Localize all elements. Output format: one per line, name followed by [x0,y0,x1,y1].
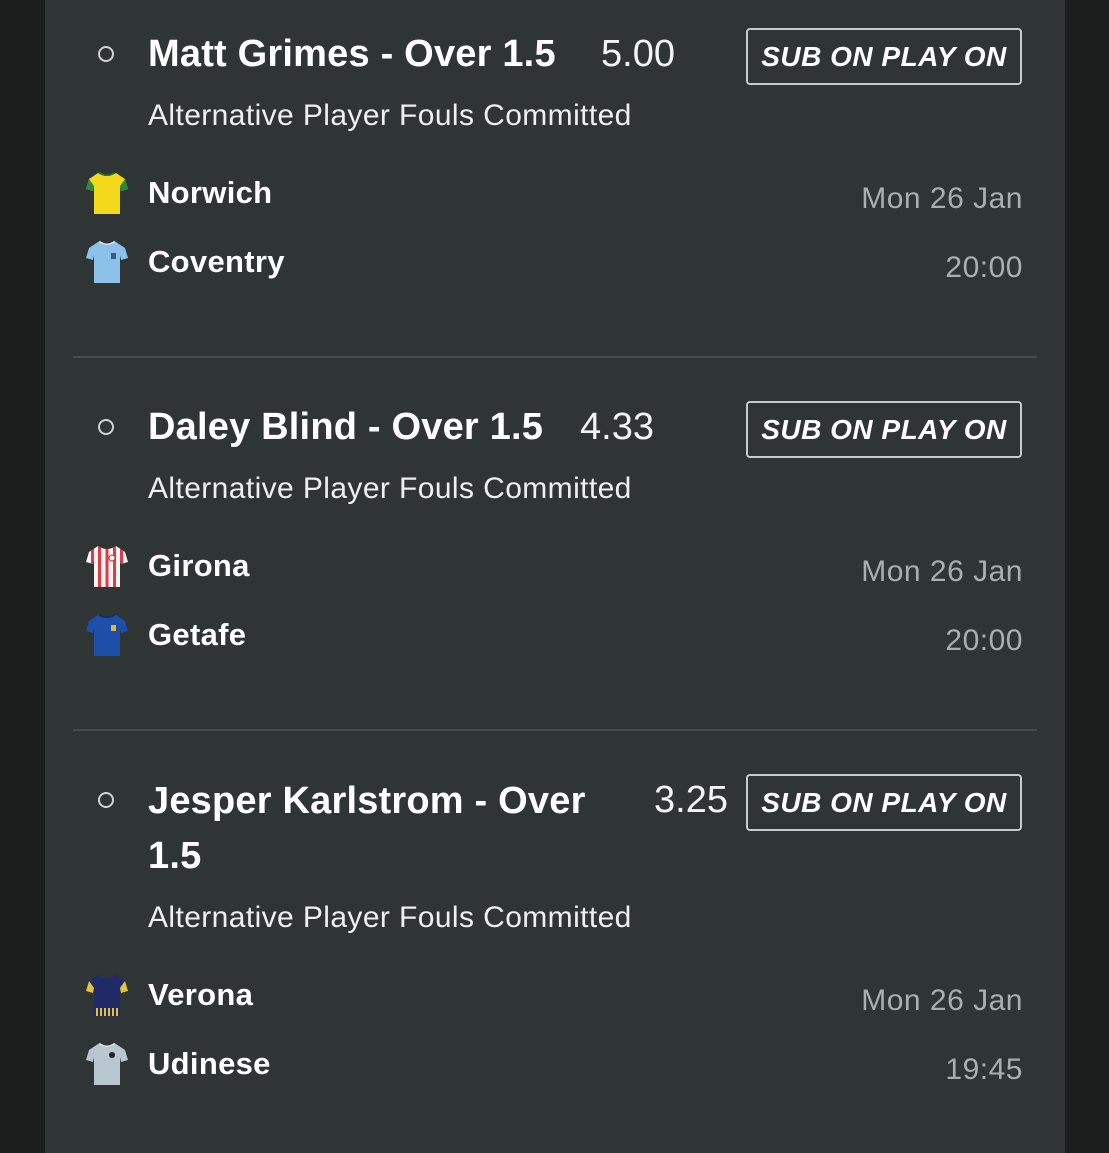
coventry-kit-icon [86,241,128,283]
getafe-kit-icon [86,614,128,656]
selection-title: Daley Blind - Over 1.5 [148,406,544,448]
selection-title: Jesper Karlstrom - Over 1.5 [148,780,586,877]
girona-kit-icon [86,546,128,587]
bet-list-panel: Matt Grimes - Over 1.5 5.00 SUB ON PLAY … [45,0,1065,1153]
market-name: Alternative Player Fouls Committed [148,99,632,132]
verona-kit-icon [86,975,128,1016]
sub-on-play-on-button[interactable]: SUB ON PLAY ON [746,28,1022,85]
sub-on-play-on-button[interactable]: SUB ON PLAY ON [746,401,1022,458]
market-name: Alternative Player Fouls Committed [148,901,632,934]
match-time: 19:45 [945,1053,1023,1086]
sub-on-play-on-button[interactable]: SUB ON PLAY ON [746,774,1022,831]
norwich-kit-icon [86,172,128,214]
odds-value: 4.33 [580,406,654,448]
odds-value: 5.00 [601,33,675,75]
divider [73,356,1037,358]
match-time: 20:00 [945,251,1023,284]
match-date: Mon 26 Jan [861,984,1023,1017]
match-time: 20:00 [945,624,1023,657]
match-date: Mon 26 Jan [861,555,1023,588]
select-radio[interactable] [98,419,114,435]
udinese-kit-icon [86,1043,128,1085]
away-team-name: Coventry [148,244,285,279]
home-team-name: Girona [148,548,250,583]
select-radio[interactable] [98,792,114,808]
away-team-name: Udinese [148,1046,271,1081]
select-radio[interactable] [98,46,114,62]
market-name: Alternative Player Fouls Committed [148,472,632,505]
selection-title: Matt Grimes - Over 1.5 [148,33,556,75]
odds-value: 3.25 [654,779,728,821]
away-team-name: Getafe [148,617,247,652]
divider [73,729,1037,731]
match-date: Mon 26 Jan [861,182,1023,215]
home-team-name: Norwich [148,175,273,210]
home-team-name: Verona [148,977,254,1012]
